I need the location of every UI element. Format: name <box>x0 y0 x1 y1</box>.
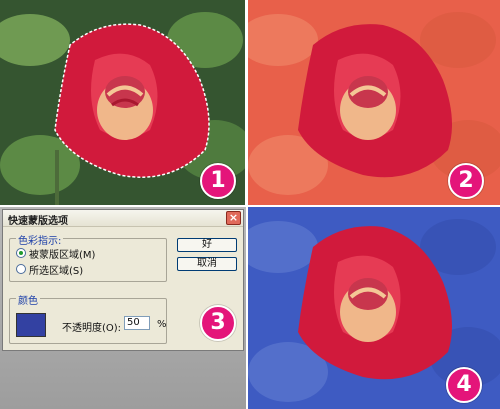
opacity-input[interactable]: 50 <box>124 316 150 330</box>
radio-unchecked-icon[interactable] <box>16 264 26 274</box>
opacity-label: 不透明度(O): <box>62 323 122 334</box>
quick-mask-dialog-panel: 快速蒙版选项 × 色彩指示: 被蒙版区域(M) 所选区域(S) 好 取消 颜色 … <box>0 207 246 409</box>
mask-color-swatch[interactable] <box>16 313 46 337</box>
radio-selected-areas-label: 所选区域(S) <box>29 265 84 277</box>
rose-red-mask-panel: 2 <box>248 0 500 205</box>
step-badge-1: 1 <box>200 163 236 199</box>
radio-selected-areas[interactable]: 所选区域(S) <box>16 263 84 277</box>
rose-blue-mask-panel: 4 <box>248 207 500 409</box>
step-badge-4: 4 <box>446 367 482 403</box>
rose-original-panel: 1 <box>0 0 245 205</box>
cancel-button[interactable]: 取消 <box>177 257 237 271</box>
radio-masked-areas[interactable]: 被蒙版区域(M) <box>16 247 96 261</box>
radio-checked-icon[interactable] <box>16 248 26 258</box>
step-badge-2: 2 <box>448 163 484 199</box>
color-legend: 颜色 <box>16 292 40 307</box>
radio-masked-areas-label: 被蒙版区域(M) <box>29 249 96 261</box>
dialog-title: 快速蒙版选项 <box>8 216 68 227</box>
dialog-titlebar[interactable]: 快速蒙版选项 × <box>3 210 243 227</box>
color-indicates-group: 色彩指示: 被蒙版区域(M) 所选区域(S) <box>9 232 167 282</box>
ok-button[interactable]: 好 <box>177 238 237 252</box>
opacity-unit: % <box>157 319 167 330</box>
color-group: 颜色 不透明度(O): 50 % <box>9 292 167 344</box>
step-badge-3: 3 <box>200 305 236 341</box>
close-icon[interactable]: × <box>226 211 241 225</box>
